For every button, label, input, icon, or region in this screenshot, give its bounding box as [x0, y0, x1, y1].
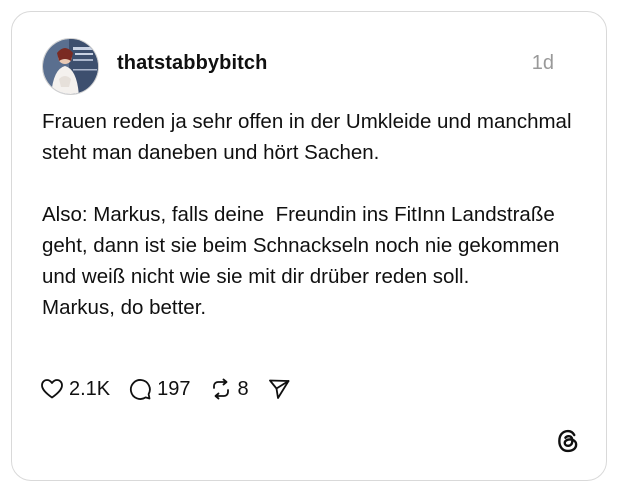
share-button[interactable] [267, 377, 291, 401]
username[interactable]: thatstabbybitch [117, 52, 267, 75]
timestamp: 1d [531, 52, 554, 74]
send-icon [267, 377, 291, 401]
action-bar: 2.1K 197 8 [40, 374, 309, 404]
threads-logo-icon[interactable] [555, 428, 581, 454]
heart-icon [40, 377, 64, 401]
repost-count: 8 [237, 377, 249, 400]
post-card: thatstabbybitch 1d Frauen reden ja sehr … [11, 11, 607, 481]
post-text: Frauen reden ja sehr offen in der Umklei… [42, 106, 582, 323]
repost-icon [209, 377, 233, 401]
post-paragraph: Frauen reden ja sehr offen in der Umklei… [42, 110, 578, 164]
avatar-image [43, 39, 98, 94]
post-paragraph: Also: Markus, falls deine Freundin ins F… [42, 203, 560, 319]
avatar[interactable] [42, 38, 99, 95]
repost-button[interactable]: 8 [209, 377, 249, 401]
reply-button[interactable]: 197 [128, 377, 191, 401]
like-button[interactable]: 2.1K [40, 377, 110, 401]
speech-bubble-icon [128, 377, 152, 401]
like-count: 2.1K [69, 377, 111, 400]
reply-count: 197 [157, 377, 191, 400]
